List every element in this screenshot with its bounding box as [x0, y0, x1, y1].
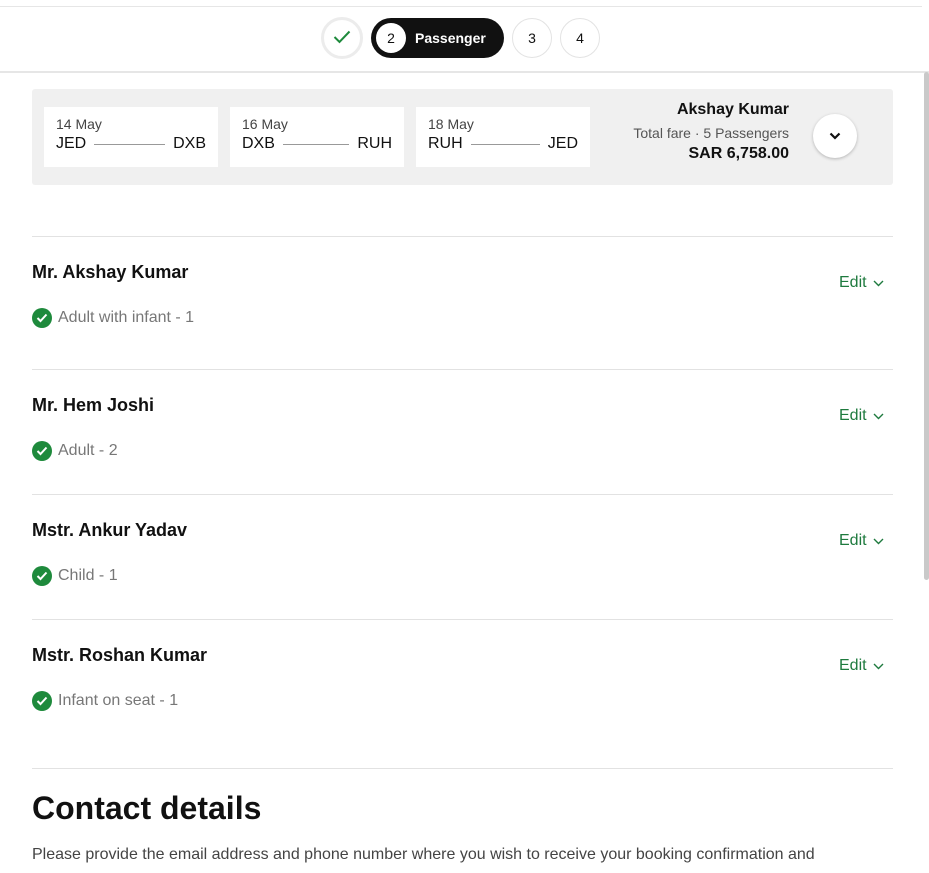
passenger-type-label: Adult [58, 442, 95, 459]
section-divider [32, 494, 893, 495]
chevron-down-icon [873, 413, 884, 420]
booking-stepper: 2 Passenger 3 4 [0, 7, 929, 73]
flight-leg-card: 18 May RUH JED [416, 107, 590, 167]
leg-date: 14 May [56, 116, 102, 132]
passenger-type: Adult - 2 [32, 441, 118, 461]
passenger-index: 2 [108, 442, 118, 459]
check-circle-icon [32, 566, 52, 586]
lead-passenger-name: Akshay Kumar [676, 101, 789, 118]
section-divider [32, 369, 893, 370]
type-separator: - [94, 567, 109, 584]
chevron-down-icon [873, 663, 884, 670]
check-circle-icon [32, 691, 52, 711]
passenger-name: Mr. Akshay Kumar [32, 262, 189, 282]
passenger-index: 1 [108, 567, 118, 584]
passenger-name: Mr. Hem Joshi [32, 395, 155, 415]
check-icon [333, 30, 351, 47]
edit-label: Edit [839, 657, 867, 674]
step-number: 2 [376, 23, 406, 53]
leg-date: 18 May [428, 116, 474, 132]
chevron-down-icon [873, 538, 884, 545]
scrollbar-thumb[interactable] [924, 72, 929, 580]
passenger-type: Adult with infant - 1 [32, 308, 194, 328]
edit-label: Edit [839, 407, 867, 424]
edit-passenger-button[interactable]: Edit [839, 407, 884, 425]
edit-label: Edit [839, 532, 867, 549]
step-4[interactable]: 4 [560, 18, 600, 58]
edit-passenger-button[interactable]: Edit [839, 274, 884, 292]
fare-amount: SAR 6,758.00 [688, 145, 789, 162]
expand-summary-button[interactable] [813, 114, 857, 158]
step-1-completed[interactable] [321, 17, 363, 59]
fare-label: Total fare · 5 Passengers [633, 125, 789, 141]
leg-origin: JED [56, 135, 87, 152]
step-label: Passenger [415, 30, 486, 46]
section-divider [32, 619, 893, 620]
chevron-down-icon [873, 280, 884, 287]
flight-leg-card: 14 May JED DXB [44, 107, 218, 167]
fare-summary: Akshay Kumar Total fare · 5 Passengers S… [633, 101, 789, 163]
passenger-index: 1 [185, 309, 195, 326]
check-circle-icon [32, 441, 52, 461]
step-3[interactable]: 3 [512, 18, 552, 58]
leg-date: 16 May [242, 116, 288, 132]
section-divider [32, 768, 893, 769]
route-line [282, 143, 350, 145]
leg-origin: DXB [242, 135, 275, 152]
passenger-type-label: Adult with infant [58, 309, 171, 326]
leg-destination: DXB [173, 135, 206, 152]
passenger-name: Mstr. Ankur Yadav [32, 520, 188, 540]
leg-destination: JED [547, 135, 578, 152]
type-separator: - [94, 442, 109, 459]
leg-route: JED DXB [56, 135, 206, 153]
leg-route: DXB RUH [242, 135, 392, 153]
edit-label: Edit [839, 274, 867, 291]
itinerary-summary: 14 May JED DXB 16 May DXB RUH 18 May RUH… [32, 89, 893, 185]
edit-passenger-button[interactable]: Edit [839, 532, 884, 550]
check-circle-icon [32, 308, 52, 328]
passenger-type: Child - 1 [32, 566, 118, 586]
flight-leg-card: 16 May DXB RUH [230, 107, 404, 167]
type-separator: - [154, 692, 170, 709]
leg-origin: RUH [428, 135, 463, 152]
section-divider [32, 236, 893, 237]
type-separator: - [170, 309, 186, 326]
passenger-index: 1 [169, 692, 179, 709]
edit-passenger-button[interactable]: Edit [839, 657, 884, 675]
leg-route: RUH JED [428, 135, 578, 153]
passenger-type: Infant on seat - 1 [32, 691, 178, 711]
route-line [470, 143, 540, 145]
leg-destination: RUH [357, 135, 392, 152]
passenger-name: Mstr. Roshan Kumar [32, 645, 208, 665]
contact-details-description: Please provide the email address and pho… [32, 846, 815, 863]
step-2-passenger[interactable]: 2 Passenger [371, 18, 504, 58]
passenger-type-label: Infant on seat [58, 692, 155, 709]
route-line [94, 143, 166, 145]
passenger-type-label: Child [58, 567, 95, 584]
chevron-down-icon [829, 127, 841, 145]
contact-details-heading: Contact details [32, 790, 262, 826]
